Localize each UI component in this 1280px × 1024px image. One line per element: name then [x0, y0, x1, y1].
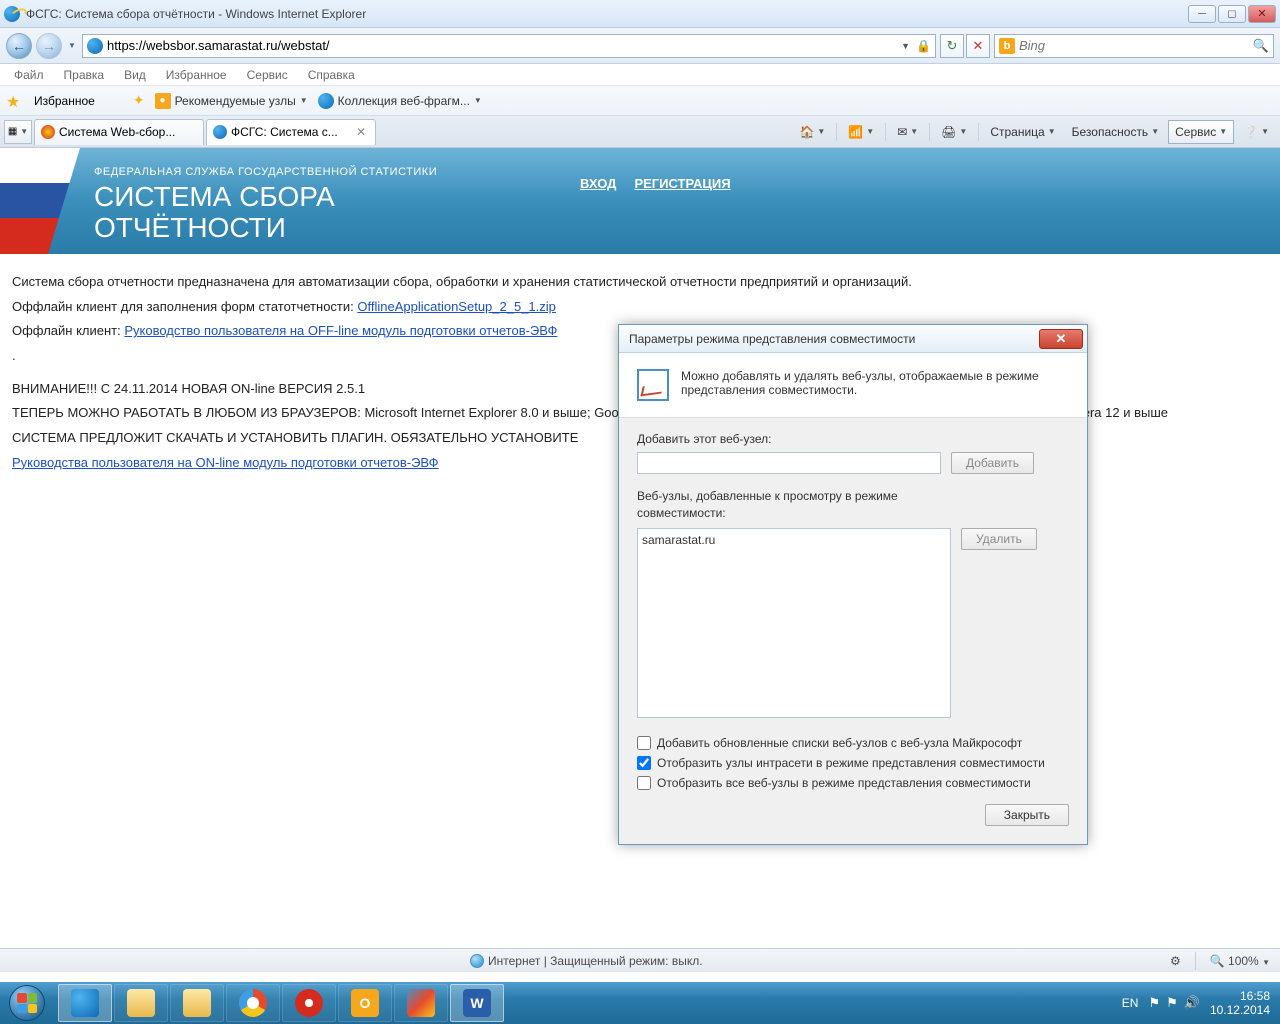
search-button[interactable]: 🔍 — [1253, 38, 1269, 54]
sites-listbox[interactable]: samarastat.ru — [637, 528, 951, 718]
dialog-info: Можно добавлять и удалять веб-узлы, отоб… — [619, 353, 1087, 418]
banner-title: СИСТЕМА СБОРА ОТЧЁТНОСТИ — [94, 182, 1280, 244]
add-favorite-icon[interactable]: ✦ — [133, 92, 145, 109]
back-button[interactable]: ← — [6, 33, 32, 59]
stop-button[interactable]: ✕ — [966, 34, 990, 58]
tray-speaker-icon[interactable]: 🔊 — [1184, 995, 1200, 1011]
tray-flag-icon[interactable]: ⚑ — [1148, 995, 1160, 1011]
address-bar[interactable]: https://websbor.samarastat.ru/webstat/ ▼… — [82, 34, 936, 58]
maximize-button[interactable]: ◻ — [1218, 5, 1246, 23]
status-text: Интернет | Защищенный режим: выкл. — [488, 954, 703, 968]
minimize-button[interactable]: ─ — [1188, 5, 1216, 23]
url-text: https://websbor.samarastat.ru/webstat/ — [107, 38, 330, 53]
address-dropdown[interactable]: ▼ — [901, 41, 910, 51]
online-manual-link[interactable]: Руководства пользователя на ON-line моду… — [12, 455, 439, 470]
help-button[interactable]: ❔▼ — [1236, 120, 1276, 144]
bing-icon: b — [999, 38, 1015, 54]
register-link[interactable]: РЕГИСТРАЦИЯ — [634, 176, 730, 191]
login-link[interactable]: ВХОД — [580, 176, 616, 191]
taskbar-outlook[interactable]: O — [338, 984, 392, 1022]
status-bar: Интернет | Защищенный режим: выкл. ⚙ 🔍 1… — [0, 948, 1280, 972]
dialog-close-button[interactable]: ✕ — [1039, 329, 1083, 349]
chk-all-sites[interactable]: Отобразить все веб-узлы в режиме предста… — [637, 776, 1069, 790]
lock-icon[interactable]: 🔒 — [916, 39, 931, 53]
taskbar-paint[interactable] — [394, 984, 448, 1022]
chk-ms-lists[interactable]: Добавить обновленные списки веб-узлов с … — [637, 736, 1069, 750]
favorites-bar: ★ Избранное ✦ ● Рекомендуемые узлы ▼ Кол… — [0, 86, 1280, 116]
chk-intranet[interactable]: Отобразить узлы интрасети в режиме предс… — [637, 756, 1069, 770]
window-title: ФСГС: Система сбора отчётности - Windows… — [26, 7, 366, 21]
search-input[interactable] — [1019, 38, 1249, 53]
menu-edit[interactable]: Правка — [56, 66, 113, 84]
clock[interactable]: 16:58 10.12.2014 — [1210, 989, 1270, 1018]
mail-button[interactable]: ✉▼ — [890, 120, 925, 144]
tab-2[interactable]: ФСГС: Система с... ✕ — [206, 119, 376, 145]
taskbar-ie[interactable] — [58, 984, 112, 1022]
list-item[interactable]: samarastat.ru — [642, 533, 946, 547]
start-button[interactable] — [0, 982, 54, 1024]
dialog-titlebar[interactable]: Параметры режима представления совместим… — [619, 325, 1087, 353]
menu-file[interactable]: Файл — [6, 66, 52, 84]
taskbar-explorer[interactable] — [114, 984, 168, 1022]
tab-close-button[interactable]: ✕ — [353, 125, 369, 139]
window-titlebar: ФСГС: Система сбора отчётности - Windows… — [0, 0, 1280, 28]
offline-manual-link[interactable]: Руководство пользователя на OFF-line мод… — [124, 323, 557, 338]
system-tray: EN ⚑ ⚑ 🔊 16:58 10.12.2014 — [1122, 989, 1280, 1018]
delete-site-button[interactable]: Удалить — [961, 528, 1037, 550]
favorites-star-icon[interactable]: ★ — [6, 92, 24, 110]
dialog-title: Параметры режима представления совместим… — [629, 332, 915, 346]
menu-view[interactable]: Вид — [116, 66, 154, 84]
dialog-close-btn[interactable]: Закрыть — [985, 804, 1069, 826]
favorites-label[interactable]: Избранное — [34, 94, 95, 108]
ie-logo-icon — [4, 6, 20, 22]
tools-menu[interactable]: Сервис▼ — [1168, 120, 1234, 144]
taskbar: O W EN ⚑ ⚑ 🔊 16:58 10.12.2014 — [0, 982, 1280, 1024]
close-window-button[interactable]: ✕ — [1248, 5, 1276, 23]
menu-tools[interactable]: Сервис — [239, 66, 296, 84]
tab-1[interactable]: Система Web-сбор... — [34, 119, 204, 145]
quick-tabs-button[interactable]: ▦▼ — [4, 120, 32, 144]
tab2-icon — [213, 125, 227, 139]
recommended-sites-link[interactable]: ● Рекомендуемые узлы ▼ — [155, 93, 308, 109]
list-label: Веб-узлы, добавленные к просмотру в режи… — [637, 488, 937, 522]
webslice-icon — [318, 93, 334, 109]
print-button[interactable]: 🖨▼ — [934, 120, 974, 144]
site-banner: ФЕДЕРАЛЬНАЯ СЛУЖБА ГОСУДАРСТВЕННОЙ СТАТИ… — [0, 148, 1280, 254]
compat-view-dialog: Параметры режима представления совместим… — [618, 324, 1088, 845]
taskbar-word[interactable]: W — [450, 984, 504, 1022]
menu-bar: Файл Правка Вид Избранное Сервис Справка — [0, 64, 1280, 86]
feeds-button[interactable]: 📶▼ — [841, 120, 881, 144]
offline-setup-link[interactable]: OfflineApplicationSetup_2_5_1.zip — [357, 299, 556, 314]
menu-favorites[interactable]: Избранное — [158, 66, 235, 84]
menu-help[interactable]: Справка — [300, 66, 363, 84]
search-box[interactable]: b 🔍 — [994, 34, 1274, 58]
forward-button[interactable]: → — [36, 33, 62, 59]
compat-icon — [637, 369, 669, 401]
safety-menu[interactable]: Безопасность▼ — [1065, 120, 1166, 144]
page-menu[interactable]: Страница▼ — [983, 120, 1062, 144]
language-indicator[interactable]: EN — [1122, 996, 1139, 1010]
protected-mode-icon[interactable]: ⚙ — [1170, 954, 1181, 968]
intro-paragraph: Система сбора отчетности предназначена д… — [12, 270, 1268, 295]
web-slices-link[interactable]: Коллекция веб-фрагм... ▼ — [318, 93, 482, 109]
zoom-control[interactable]: 🔍 100% ▼ — [1210, 954, 1270, 968]
refresh-button[interactable]: ↻ — [940, 34, 964, 58]
taskbar-opera[interactable] — [282, 984, 336, 1022]
history-dropdown[interactable]: ▼ — [66, 36, 78, 56]
home-button[interactable]: 🏠▼ — [792, 120, 832, 144]
taskbar-folder[interactable] — [170, 984, 224, 1022]
add-site-label: Добавить этот веб-узел: — [637, 432, 1069, 446]
add-site-button[interactable]: Добавить — [951, 452, 1034, 474]
site-icon — [87, 38, 103, 54]
add-site-input[interactable] — [637, 452, 941, 474]
recommended-icon: ● — [155, 93, 171, 109]
navigation-bar: ← → ▼ https://websbor.samarastat.ru/webs… — [0, 28, 1280, 64]
taskbar-chrome[interactable] — [226, 984, 280, 1022]
tabs-row: ▦▼ Система Web-сбор... ФСГС: Система с..… — [0, 116, 1280, 148]
internet-zone-icon — [470, 954, 484, 968]
tray-action-icon[interactable]: ⚑ — [1166, 995, 1178, 1011]
tab1-icon — [41, 125, 55, 139]
